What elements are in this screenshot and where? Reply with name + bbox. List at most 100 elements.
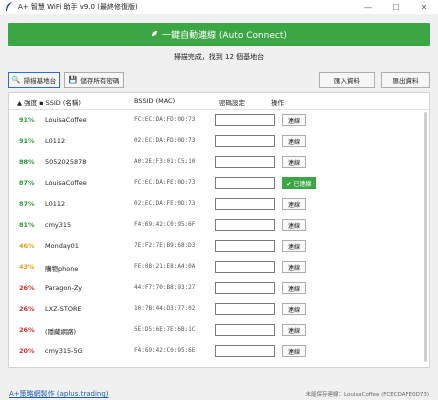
signal-strength: 43% <box>19 263 35 271</box>
password-input[interactable] <box>215 177 275 189</box>
scrollbar-thumb[interactable] <box>424 112 427 362</box>
maximize-button[interactable]: ☐ <box>382 0 410 14</box>
ssid-name: cmy315-5G <box>45 347 83 355</box>
password-input[interactable] <box>215 345 275 357</box>
connect-button[interactable]: 連線 <box>282 282 306 294</box>
signal-strength: 87% <box>19 179 35 187</box>
footer-status: 未能保存連線：LouisaCoffee (FCECDAFE0D73) <box>305 392 429 398</box>
table-row: 91% LouisaCoffee FC:EC:DA:FD:0D:73 連線 <box>9 110 429 131</box>
header-bssid[interactable]: BSSID (MAC) <box>134 97 175 105</box>
password-input[interactable] <box>215 135 275 147</box>
ssid-name: LouisaCoffee <box>45 179 87 187</box>
table-row: 88% 5052025878 A0:2E:F3:01:C5:10 連線 <box>9 152 429 173</box>
bssid-value: A0:2E:F3:01:C5:10 <box>134 158 196 165</box>
connect-button[interactable]: 連線 <box>282 219 306 231</box>
signal-strength: 87% <box>19 200 35 208</box>
connect-button[interactable]: 連線 <box>282 198 306 210</box>
table-row: 91% L0112 02:EC:DA:FD:0D:73 連線 <box>9 131 429 152</box>
ssid-name: 購物phone <box>45 265 79 273</box>
leaf-icon <box>151 30 158 39</box>
bssid-value: 02:EC:DA:FE:0D:73 <box>134 200 196 207</box>
ssid-name: L0112 <box>45 200 66 208</box>
bssid-value: F4:69:42:C0:95:6E <box>134 347 196 354</box>
ssid-name: cmy315 <box>45 221 72 229</box>
scan-label: 掃描基地台 <box>23 77 57 85</box>
wifi-table: ▲ 強度 ▪ SSID (名稱) BSSID (MAC) 密碼設定 操作 91%… <box>8 92 430 368</box>
ssid-name: Paragon-Zy <box>45 284 83 292</box>
bssid-value: FC:EC:DA:FE:0D:73 <box>134 179 196 186</box>
signal-strength: 91% <box>19 137 35 145</box>
save-all-button[interactable]: 💾 儲存所有密碼 <box>64 72 124 88</box>
ssid-name: (隱藏網路) <box>45 328 77 336</box>
table-row: 87% L0112 02:EC:DA:FE:0D:73 連線 <box>9 194 429 215</box>
feather-icon <box>6 2 12 11</box>
connect-button[interactable]: 連線 <box>282 114 306 126</box>
table-row: 26% Paragon-Zy 44:F7:70:B8:93:27 連線 <box>9 278 429 299</box>
signal-strength: 81% <box>19 221 35 229</box>
signal-strength: 91% <box>19 116 35 124</box>
vertical-scrollbar[interactable] <box>423 94 428 367</box>
bssid-value: 5E:D5:6E:7E:6B:1C <box>134 326 196 333</box>
password-input[interactable] <box>215 282 275 294</box>
password-input[interactable] <box>215 156 275 168</box>
table-row: 46% Monday01 7E:F2:7E:B9:68:D3 連線 <box>9 236 429 257</box>
author-link[interactable]: A+策略網製作 (aplus.trading) <box>9 389 109 399</box>
password-input[interactable] <box>215 114 275 126</box>
minimize-button[interactable]: — <box>354 0 382 14</box>
signal-strength: 46% <box>19 242 35 250</box>
scan-status: 掃描完成，找到 12 個基地台 <box>173 53 265 61</box>
close-button[interactable]: ✕ <box>410 0 438 14</box>
ssid-name: LXZ-STORE <box>45 305 82 313</box>
header-action: 操作 <box>271 99 284 107</box>
table-row: 26% LXZ-STORE 10:7B:44:D3:77:02 連線 <box>9 299 429 320</box>
signal-strength: 26% <box>19 326 35 334</box>
password-input[interactable] <box>215 303 275 315</box>
password-input[interactable] <box>215 324 275 336</box>
connect-button[interactable]: 連線 <box>282 324 306 336</box>
bssid-value: FC:EC:DA:FD:0D:73 <box>134 116 196 123</box>
table-header: ▲ 強度 ▪ SSID (名稱) BSSID (MAC) 密碼設定 操作 <box>9 93 429 110</box>
table-row: 26% (隱藏網路) 5E:D5:6E:7E:6B:1C 連線 <box>9 320 429 341</box>
connect-button[interactable]: 連線 <box>282 135 306 147</box>
connect-button[interactable]: 連線 <box>282 156 306 168</box>
ssid-name: LouisaCoffee <box>45 116 87 124</box>
header-signal-ssid[interactable]: ▲ 強度 ▪ SSID (名稱) <box>17 97 81 107</box>
table-row: 81% cmy315 F4:69:42:C0:95:6F 連線 <box>9 215 429 236</box>
import-button[interactable]: 匯入資料 <box>319 72 375 88</box>
header-password: 密碼設定 <box>219 99 245 107</box>
connect-button[interactable]: 連線 <box>282 240 306 252</box>
bssid-value: FE:08:21:E8:A4:0A <box>134 263 196 270</box>
save-all-label: 儲存所有密碼 <box>80 77 120 85</box>
connect-button[interactable]: 連線 <box>282 261 306 273</box>
table-row: 43% 購物phone FE:08:21:E8:A4:0A 連線 <box>9 257 429 278</box>
search-icon: 🔍 <box>11 76 21 84</box>
title-bar: A+ 智慧 WiFi 助手 v9.0 (最終修復版) — ☐ ✕ <box>0 0 438 14</box>
bssid-value: 44:F7:70:B8:93:27 <box>134 284 196 291</box>
ssid-name: L0112 <box>45 137 66 145</box>
auto-connect-label: 一鍵自動連線 (Auto Connect) <box>162 31 287 41</box>
signal-strength: 26% <box>19 305 35 313</box>
table-row: 20% cmy315-5G F4:69:42:C0:95:6E 連線 <box>9 341 429 362</box>
password-input[interactable] <box>215 240 275 252</box>
ssid-name: Monday01 <box>45 242 79 250</box>
table-row: 87% LouisaCoffee FC:EC:DA:FE:0D:73 ✔ 已連線 <box>9 173 429 194</box>
connected-button[interactable]: ✔ 已連線 <box>282 177 316 189</box>
window-controls: — ☐ ✕ <box>354 0 438 14</box>
auto-connect-button[interactable]: 一鍵自動連線 (Auto Connect) <box>8 23 430 46</box>
password-input[interactable] <box>215 219 275 231</box>
signal-strength: 88% <box>19 158 35 166</box>
bssid-value: F4:69:42:C0:95:6F <box>134 221 196 228</box>
password-input[interactable] <box>215 198 275 210</box>
export-button[interactable]: 匯出資料 <box>381 72 430 88</box>
bssid-value: 02:EC:DA:FD:0D:73 <box>134 137 196 144</box>
bssid-value: 7E:F2:7E:B9:68:D3 <box>134 242 196 249</box>
bssid-value: 10:7B:44:D3:77:02 <box>134 305 196 312</box>
connect-button[interactable]: 連線 <box>282 303 306 315</box>
signal-strength: 26% <box>19 284 35 292</box>
connect-button[interactable]: 連線 <box>282 345 306 357</box>
ssid-name: 5052025878 <box>45 158 87 166</box>
save-icon: 💾 <box>68 76 78 84</box>
signal-strength: 20% <box>19 347 35 355</box>
scan-button[interactable]: 🔍 掃描基地台 <box>8 72 60 88</box>
password-input[interactable] <box>215 261 275 273</box>
